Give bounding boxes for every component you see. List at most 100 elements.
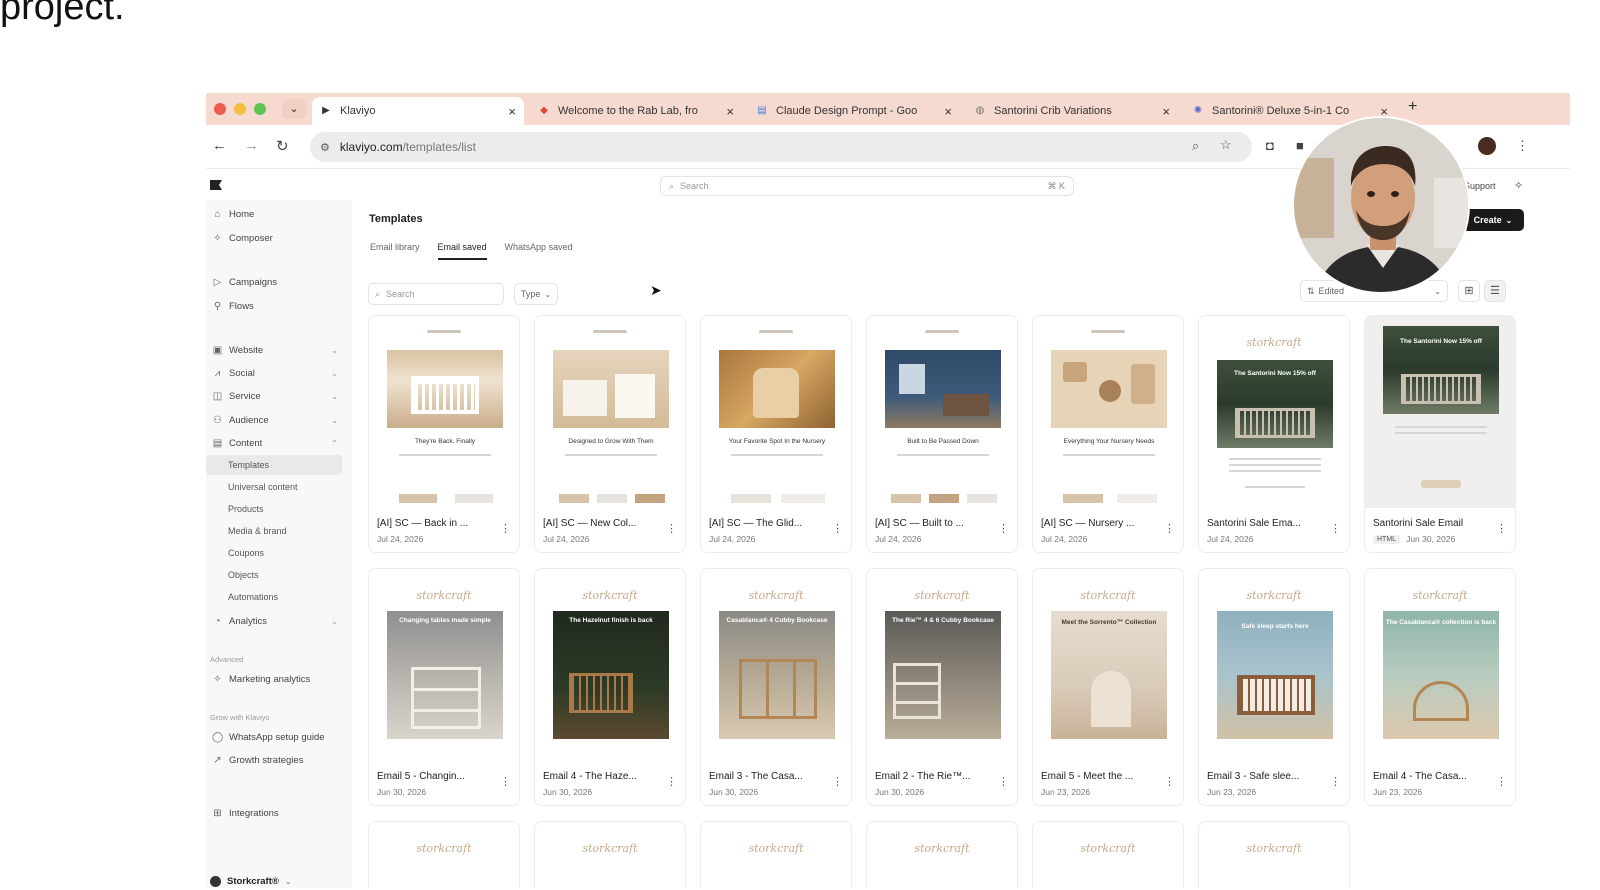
more-options-icon[interactable]: ⋮ <box>998 775 1009 788</box>
sidebar-subitem-media-brand[interactable]: Media & brand <box>206 521 342 541</box>
sidebar-item-content[interactable]: ▤ Content ⌃ <box>210 433 344 453</box>
template-card[interactable]: storkcraft The Santorini Now 15% off San… <box>1198 315 1350 553</box>
template-card[interactable]: Built to Be Passed Down [AI] SC — Built … <box>866 315 1018 553</box>
template-card[interactable]: The Santorini Now 15% off Santorini Sale… <box>1364 315 1516 553</box>
forward-arrow-icon[interactable]: → <box>244 137 259 154</box>
create-button[interactable]: Create ⌄ <box>1462 209 1524 231</box>
sidebar-item-composer[interactable]: ✧ Composer <box>210 228 344 248</box>
more-options-icon[interactable]: ⋮ <box>1164 522 1175 535</box>
sidebar-item-home[interactable]: ⌂ Home <box>210 204 344 224</box>
klaviyo-logo[interactable] <box>210 180 222 190</box>
template-card[interactable]: storkcraft Safe sleep starts here Email … <box>1198 568 1350 806</box>
sidebar-subitem-coupons[interactable]: Coupons <box>206 543 342 563</box>
account-switcher[interactable]: Storkcraft® ⌄ <box>210 876 292 887</box>
template-search-input[interactable]: ⌕ Search <box>368 283 504 305</box>
settings-icon[interactable]: ✧ <box>1514 179 1523 192</box>
more-options-icon[interactable]: ⋮ <box>1330 775 1341 788</box>
close-window-button[interactable] <box>214 103 226 115</box>
sidebar-item-flows[interactable]: ⚲ Flows <box>210 296 344 316</box>
tab-email-library[interactable]: Email library <box>370 240 420 260</box>
sidebar-item-audience[interactable]: ⚇ Audience ⌄ <box>210 410 344 430</box>
template-name[interactable]: [AI] SC — Built to ... <box>875 518 999 529</box>
extension-icon[interactable]: ■ <box>1296 138 1304 153</box>
template-name[interactable]: Email 5 - Changin... <box>377 771 501 782</box>
sidebar-subitem-automations[interactable]: Automations <box>206 587 342 607</box>
more-options-icon[interactable]: ⋮ <box>1164 775 1175 788</box>
template-name[interactable]: Santorini Sale Ema... <box>1207 518 1331 529</box>
new-tab-plus-icon[interactable]: + <box>1408 98 1417 116</box>
more-options-icon[interactable]: ⋮ <box>500 522 511 535</box>
sidebar-subitem-objects[interactable]: Objects <box>206 565 342 585</box>
tab-email-saved[interactable]: Email saved <box>437 240 487 260</box>
more-options-icon[interactable]: ⋮ <box>500 775 511 788</box>
tab-search-chevron-icon[interactable]: ⌄ <box>282 99 306 119</box>
close-tab-icon[interactable]: × <box>508 104 516 119</box>
more-options-icon[interactable]: ⋮ <box>1330 522 1341 535</box>
zoom-search-icon[interactable]: ⌕ <box>1192 138 1199 154</box>
more-options-icon[interactable]: ⋮ <box>666 522 677 535</box>
site-settings-icon[interactable]: ⚙ <box>320 141 330 154</box>
sidebar-subitem-products[interactable]: Products <box>206 499 342 519</box>
template-card[interactable]: storkcraft Casablanca® 4 Cubby Bookcase … <box>700 568 852 806</box>
more-options-icon[interactable]: ⋮ <box>1496 522 1507 535</box>
sidebar-item-social[interactable]: ⩘ Social ⌄ <box>210 363 344 383</box>
browser-tab-santorini-crib[interactable]: ◍ Santorini Crib Variations × <box>966 97 1178 125</box>
profile-avatar[interactable] <box>1478 137 1496 155</box>
type-filter-dropdown[interactable]: Type ⌄ <box>514 283 558 305</box>
template-name[interactable]: [AI] SC — Back in ... <box>377 518 501 529</box>
template-name[interactable]: Email 4 - The Haze... <box>543 771 667 782</box>
template-name[interactable]: Email 5 - Meet the ... <box>1041 771 1165 782</box>
more-options-icon[interactable]: ⋮ <box>832 522 843 535</box>
sidebar-item-service[interactable]: ◫ Service ⌄ <box>210 386 344 406</box>
template-card[interactable]: They're Back, Finally [AI] SC — Back in … <box>368 315 520 553</box>
template-name[interactable]: Email 3 - The Casa... <box>709 771 833 782</box>
template-card[interactable]: Everything Your Nursery Needs [AI] SC — … <box>1032 315 1184 553</box>
tab-whatsapp-saved[interactable]: WhatsApp saved <box>505 240 573 260</box>
template-card[interactable]: storkcraft <box>368 821 520 888</box>
browser-menu-icon[interactable]: ⋮ <box>1516 138 1529 154</box>
close-tab-icon[interactable]: × <box>944 104 952 119</box>
template-name[interactable]: [AI] SC — The Glid... <box>709 518 833 529</box>
template-name[interactable]: Santorini Sale Email <box>1373 518 1497 529</box>
bookmark-star-icon[interactable]: ☆ <box>1220 137 1232 153</box>
close-tab-icon[interactable]: × <box>726 104 734 119</box>
template-card[interactable]: storkcraft <box>1198 821 1350 888</box>
list-view-icon[interactable]: ☰ <box>1484 280 1506 302</box>
template-card[interactable]: storkcraft The Rie™ 4 & 6 Cubby Bookcase… <box>866 568 1018 806</box>
browser-tab-claude-design-prompt[interactable]: ▤ Claude Design Prompt - Goo × <box>748 97 960 125</box>
sidebar-item-marketing-analytics[interactable]: ✧ Marketing analytics <box>210 669 344 689</box>
address-bar[interactable]: ⚙ klaviyo.com/templates/list <box>310 132 1252 162</box>
template-card[interactable]: storkcraft <box>534 821 686 888</box>
template-name[interactable]: [AI] SC — Nursery ... <box>1041 518 1165 529</box>
sidebar-item-campaigns[interactable]: ▷ Campaigns <box>210 272 344 292</box>
browser-tab-rab-lab[interactable]: ◆ Welcome to the Rab Lab, fro × <box>530 97 742 125</box>
sidebar-item-whatsapp-guide[interactable]: ◯ WhatsApp setup guide <box>210 727 344 747</box>
template-card[interactable]: storkcraft Meet the Sorrento™ Collection… <box>1032 568 1184 806</box>
template-name[interactable]: Email 3 - Safe slee... <box>1207 771 1331 782</box>
more-options-icon[interactable]: ⋮ <box>998 522 1009 535</box>
global-search-input[interactable]: ⌕ Search ⌘ K <box>660 176 1074 196</box>
template-card[interactable]: storkcraft <box>866 821 1018 888</box>
template-card[interactable]: storkcraft Changing tables made simple E… <box>368 568 520 806</box>
more-options-icon[interactable]: ⋮ <box>666 775 677 788</box>
sidebar-subitem-universal-content[interactable]: Universal content <box>206 477 342 497</box>
template-name[interactable]: Email 2 - The Rie™... <box>875 771 999 782</box>
sidebar-item-integrations[interactable]: ⊞ Integrations <box>210 803 344 823</box>
minimize-window-button[interactable] <box>234 103 246 115</box>
camera-extension-icon[interactable]: ◘ <box>1266 138 1274 153</box>
maximize-window-button[interactable] <box>254 103 266 115</box>
grid-view-icon[interactable]: ⊞ <box>1458 280 1480 302</box>
template-card[interactable]: storkcraft The Hazelnut finish is back E… <box>534 568 686 806</box>
reload-icon[interactable]: ↻ <box>276 137 289 155</box>
template-name[interactable]: Email 4 - The Casa... <box>1373 771 1497 782</box>
template-card[interactable]: storkcraft <box>1032 821 1184 888</box>
more-options-icon[interactable]: ⋮ <box>1496 775 1507 788</box>
close-tab-icon[interactable]: × <box>1162 104 1170 119</box>
more-options-icon[interactable]: ⋮ <box>832 775 843 788</box>
template-name[interactable]: [AI] SC — New Col... <box>543 518 667 529</box>
template-card[interactable]: Designed to Grow With Them [AI] SC — New… <box>534 315 686 553</box>
template-card[interactable]: Your Favorite Spot In the Nursery [AI] S… <box>700 315 852 553</box>
sidebar-item-analytics[interactable]: ◔ Analytics ⌄ <box>210 611 344 631</box>
sidebar-item-growth-strategies[interactable]: ↗ Growth strategies <box>210 750 344 770</box>
sidebar-subitem-templates[interactable]: Templates <box>206 455 342 475</box>
